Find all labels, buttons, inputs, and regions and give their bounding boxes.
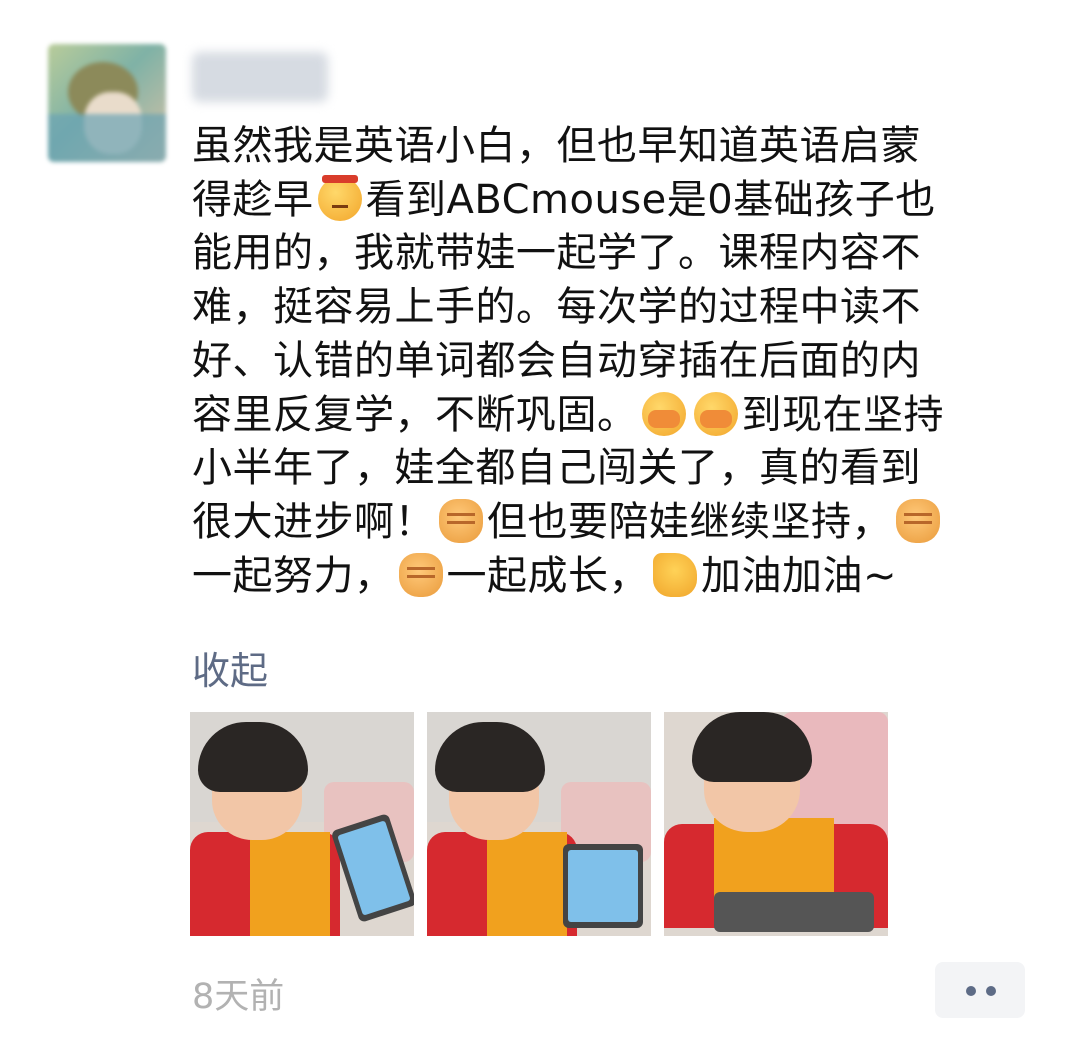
post-line: 小半年了，娃全都自己闯关了，真的看到 — [192, 442, 1032, 496]
post-line: 一起努力， 一起成长， 加油加油~ — [192, 550, 1032, 604]
frown-emoji-icon — [317, 174, 362, 221]
text-segment: 容里反复学，不断巩固。 — [192, 391, 638, 438]
text-segment: 但也要陪娃继续坚持， — [487, 498, 892, 545]
photo-tablet — [714, 892, 874, 932]
post-photo-1[interactable] — [190, 712, 414, 936]
text-segment: 到现在坚持 — [741, 391, 944, 438]
text-segment: 小半年了，娃全都自己闯关了，真的看到 — [192, 445, 921, 492]
text-segment: 一起成长， — [446, 552, 649, 599]
post-line: 容里反复学，不断巩固。 到现在坚持 — [192, 389, 1032, 443]
post-line: 得趁早 看到ABCmouse是0基础孩子也 — [192, 174, 1032, 228]
text-segment: 好、认错的单词都会自动穿插在后面的内 — [192, 337, 921, 384]
post-text: 虽然我是英语小白，但也早知道英语启蒙 得趁早 看到ABCmouse是0基础孩子也 … — [192, 120, 1032, 603]
text-segment: 看到ABCmouse是0基础孩子也 — [365, 176, 936, 223]
post-line: 能用的，我就带娃一起学了。课程内容不 — [192, 227, 1032, 281]
post-line: 很大进步啊！ 但也要陪娃继续坚持， — [192, 496, 1032, 550]
avatar-image-part — [48, 114, 166, 162]
text-segment: 难，挺容易上手的。每次学的过程中读不 — [192, 284, 921, 331]
ellipsis-icon — [986, 986, 996, 996]
fist-emoji-icon — [896, 498, 940, 543]
photo-hair — [692, 712, 812, 782]
post-timestamp: 8天前 — [192, 977, 285, 1017]
text-segment: 得趁早 — [192, 176, 314, 223]
text-segment: 虽然我是英语小白，但也早知道英语启蒙 — [192, 123, 921, 169]
muscle-emoji-icon — [653, 552, 697, 597]
post-photo-3[interactable] — [664, 712, 888, 936]
fist-emoji-icon — [398, 552, 443, 597]
ellipsis-icon — [966, 986, 976, 996]
text-segment: 能用的，我就带娃一起学了。课程内容不 — [192, 230, 921, 277]
text-segment: 加油加油~ — [701, 552, 898, 599]
cover-mouth-emoji-icon — [641, 391, 686, 436]
post-photo-2[interactable] — [427, 712, 651, 936]
photo-tablet — [563, 844, 643, 928]
username-blurred[interactable] — [192, 52, 328, 102]
post-line: 好、认错的单词都会自动穿插在后面的内 — [192, 335, 1032, 389]
more-actions-button[interactable] — [935, 962, 1025, 1018]
text-segment: 很大进步啊！ — [192, 498, 435, 545]
text-segment: 一起努力， — [192, 552, 395, 599]
tablet-screen — [568, 850, 638, 922]
avatar[interactable] — [48, 44, 166, 162]
cover-mouth-emoji-icon — [693, 391, 738, 436]
photo-shirt — [487, 832, 567, 936]
photo-shirt — [250, 832, 330, 936]
fist-emoji-icon — [439, 498, 483, 543]
collapse-link[interactable]: 收起 — [192, 640, 268, 695]
post-line: 虽然我是英语小白，但也早知道英语启蒙 — [192, 120, 1032, 174]
post-line: 难，挺容易上手的。每次学的过程中读不 — [192, 281, 1032, 335]
